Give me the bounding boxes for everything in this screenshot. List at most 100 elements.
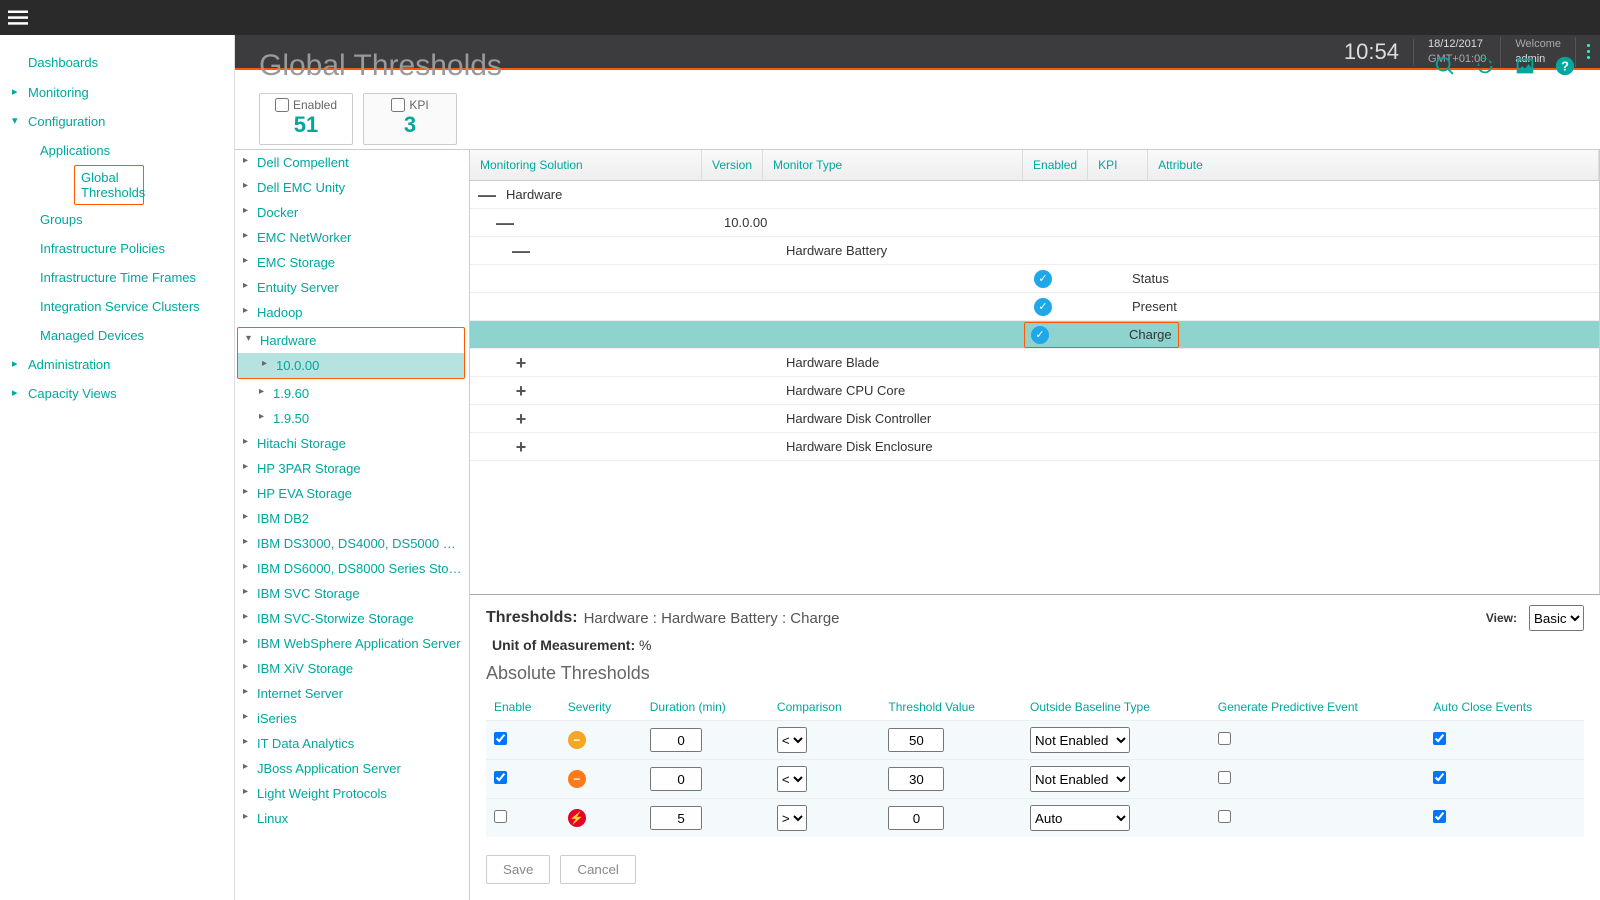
expand-icon[interactable]: +: [508, 382, 534, 400]
hamburger-menu[interactable]: [0, 0, 35, 35]
image-icon[interactable]: [1514, 55, 1536, 77]
tree-item[interactable]: IBM DS3000, DS4000, DS5000 Series ...: [235, 531, 469, 556]
enable-checkbox[interactable]: [494, 732, 507, 745]
grid-attr-status[interactable]: ✓Status: [470, 265, 1599, 293]
threshold-grid[interactable]: Monitoring Solution Version Monitor Type…: [470, 150, 1600, 594]
nav-infra-policies[interactable]: Infrastructure Policies: [40, 234, 234, 263]
threshold-value-input[interactable]: [888, 767, 944, 791]
tree-item[interactable]: Linux: [235, 806, 469, 831]
comparison-select[interactable]: <: [777, 766, 807, 792]
nav-monitoring[interactable]: Monitoring: [0, 78, 234, 107]
tree-item[interactable]: IBM DB2: [235, 506, 469, 531]
col-monitoring-solution[interactable]: Monitoring Solution: [470, 150, 702, 180]
baseline-select[interactable]: Auto: [1030, 805, 1130, 831]
save-button[interactable]: Save: [486, 855, 550, 884]
nav-capacity[interactable]: Capacity Views: [0, 379, 234, 408]
threshold-value-input[interactable]: [888, 728, 944, 752]
absolute-thresholds-heading: Absolute Thresholds: [486, 663, 1584, 684]
filter-kpi-checkbox[interactable]: [391, 98, 405, 112]
comparison-select[interactable]: <: [777, 727, 807, 753]
grid-row-collapsed[interactable]: +Hardware Disk Enclosure: [470, 433, 1599, 461]
tree-item[interactable]: IBM DS6000, DS8000 Series Storage: [235, 556, 469, 581]
collapse-icon[interactable]: —: [508, 242, 534, 260]
tree-item[interactable]: Dell EMC Unity: [235, 175, 469, 200]
help-icon[interactable]: ?: [1554, 55, 1576, 77]
baseline-select[interactable]: Not Enabled: [1030, 766, 1130, 792]
filter-kpi[interactable]: KPI 3: [363, 93, 457, 145]
tree-item[interactable]: IBM XiV Storage: [235, 656, 469, 681]
enable-checkbox[interactable]: [494, 810, 507, 823]
enable-checkbox[interactable]: [494, 771, 507, 784]
autoclose-checkbox[interactable]: [1433, 771, 1446, 784]
tree-item[interactable]: Docker: [235, 200, 469, 225]
tree-item[interactable]: EMC Storage: [235, 250, 469, 275]
tree-item[interactable]: IT Data Analytics: [235, 731, 469, 756]
baseline-select[interactable]: Not Enabled: [1030, 727, 1130, 753]
collapse-icon[interactable]: —: [492, 214, 518, 232]
col-attribute[interactable]: Attribute: [1148, 150, 1599, 180]
cancel-button[interactable]: Cancel: [560, 855, 636, 884]
predictive-checkbox[interactable]: [1218, 810, 1231, 823]
duration-input[interactable]: [650, 806, 702, 830]
refresh-icon[interactable]: [1474, 55, 1496, 77]
col-enabled[interactable]: Enabled: [1023, 150, 1088, 180]
grid-row-battery[interactable]: —Hardware Battery: [470, 237, 1599, 265]
grid-attr-charge[interactable]: ✓Charge: [470, 321, 1599, 349]
nav-dashboards[interactable]: Dashboards: [0, 47, 234, 78]
predictive-checkbox[interactable]: [1218, 732, 1231, 745]
nav-administration[interactable]: Administration: [0, 350, 234, 379]
tree-item[interactable]: IBM SVC-Storwize Storage: [235, 606, 469, 631]
grid-row-version[interactable]: —10.0.00: [470, 209, 1599, 237]
duration-input[interactable]: [650, 767, 702, 791]
filter-enabled-checkbox[interactable]: [275, 98, 289, 112]
tree-version[interactable]: 1.9.60: [235, 381, 469, 406]
grid-attr-present[interactable]: ✓Present: [470, 293, 1599, 321]
nav-configuration[interactable]: Configuration: [0, 107, 234, 136]
grid-row-collapsed[interactable]: +Hardware Disk Controller: [470, 405, 1599, 433]
comparison-select[interactable]: >: [777, 805, 807, 831]
nav-infra-time[interactable]: Infrastructure Time Frames: [40, 263, 234, 292]
tree-item[interactable]: Light Weight Protocols: [235, 781, 469, 806]
enabled-check-icon: ✓: [1034, 270, 1052, 288]
grid-row-collapsed[interactable]: +Hardware Blade: [470, 349, 1599, 377]
grid-row-hardware[interactable]: —Hardware: [470, 181, 1599, 209]
tree-item[interactable]: Dell Compellent: [235, 150, 469, 175]
nav-applications[interactable]: Applications: [40, 136, 234, 165]
nav-global-thresholds[interactable]: Global Thresholds: [74, 165, 144, 205]
nav-groups[interactable]: Groups: [40, 205, 234, 234]
tree-item[interactable]: Hitachi Storage: [235, 431, 469, 456]
tree-item[interactable]: HP EVA Storage: [235, 481, 469, 506]
duration-input[interactable]: [650, 728, 702, 752]
predictive-checkbox[interactable]: [1218, 771, 1231, 784]
nav-managed[interactable]: Managed Devices: [40, 321, 234, 350]
tree-item[interactable]: Internet Server: [235, 681, 469, 706]
expand-icon[interactable]: +: [508, 410, 534, 428]
collapse-icon[interactable]: —: [474, 186, 500, 204]
solution-tree[interactable]: Dell CompellentDell EMC UnityDockerEMC N…: [235, 150, 470, 900]
tree-item[interactable]: HP 3PAR Storage: [235, 456, 469, 481]
tree-version[interactable]: 10.0.00: [238, 353, 464, 378]
filter-enabled[interactable]: Enabled 51: [259, 93, 353, 145]
nav-isc[interactable]: Integration Service Clusters: [40, 292, 234, 321]
view-select[interactable]: Basic: [1529, 605, 1584, 631]
col-version[interactable]: Version: [702, 150, 763, 180]
expand-icon[interactable]: +: [508, 438, 534, 456]
grid-row-collapsed[interactable]: +Hardware CPU Core: [470, 377, 1599, 405]
tree-item[interactable]: Entuity Server: [235, 275, 469, 300]
col-kpi[interactable]: KPI: [1088, 150, 1148, 180]
tree-item[interactable]: IBM WebSphere Application Server: [235, 631, 469, 656]
search-icon[interactable]: [1434, 55, 1456, 77]
autoclose-checkbox[interactable]: [1433, 732, 1446, 745]
tree-version[interactable]: 1.9.50: [235, 406, 469, 431]
tree-item[interactable]: IBM SVC Storage: [235, 581, 469, 606]
tree-item[interactable]: Hadoop: [235, 300, 469, 325]
tree-item-hardware[interactable]: Hardware: [238, 328, 464, 353]
tree-item[interactable]: iSeries: [235, 706, 469, 731]
expand-icon[interactable]: +: [508, 354, 534, 372]
col-monitor-type[interactable]: Monitor Type: [763, 150, 1023, 180]
tree-item[interactable]: EMC NetWorker: [235, 225, 469, 250]
autoclose-checkbox[interactable]: [1433, 810, 1446, 823]
tree-item[interactable]: JBoss Application Server: [235, 756, 469, 781]
threshold-value-input[interactable]: [888, 806, 944, 830]
threshold-row: −<Not Enabled: [486, 760, 1584, 799]
